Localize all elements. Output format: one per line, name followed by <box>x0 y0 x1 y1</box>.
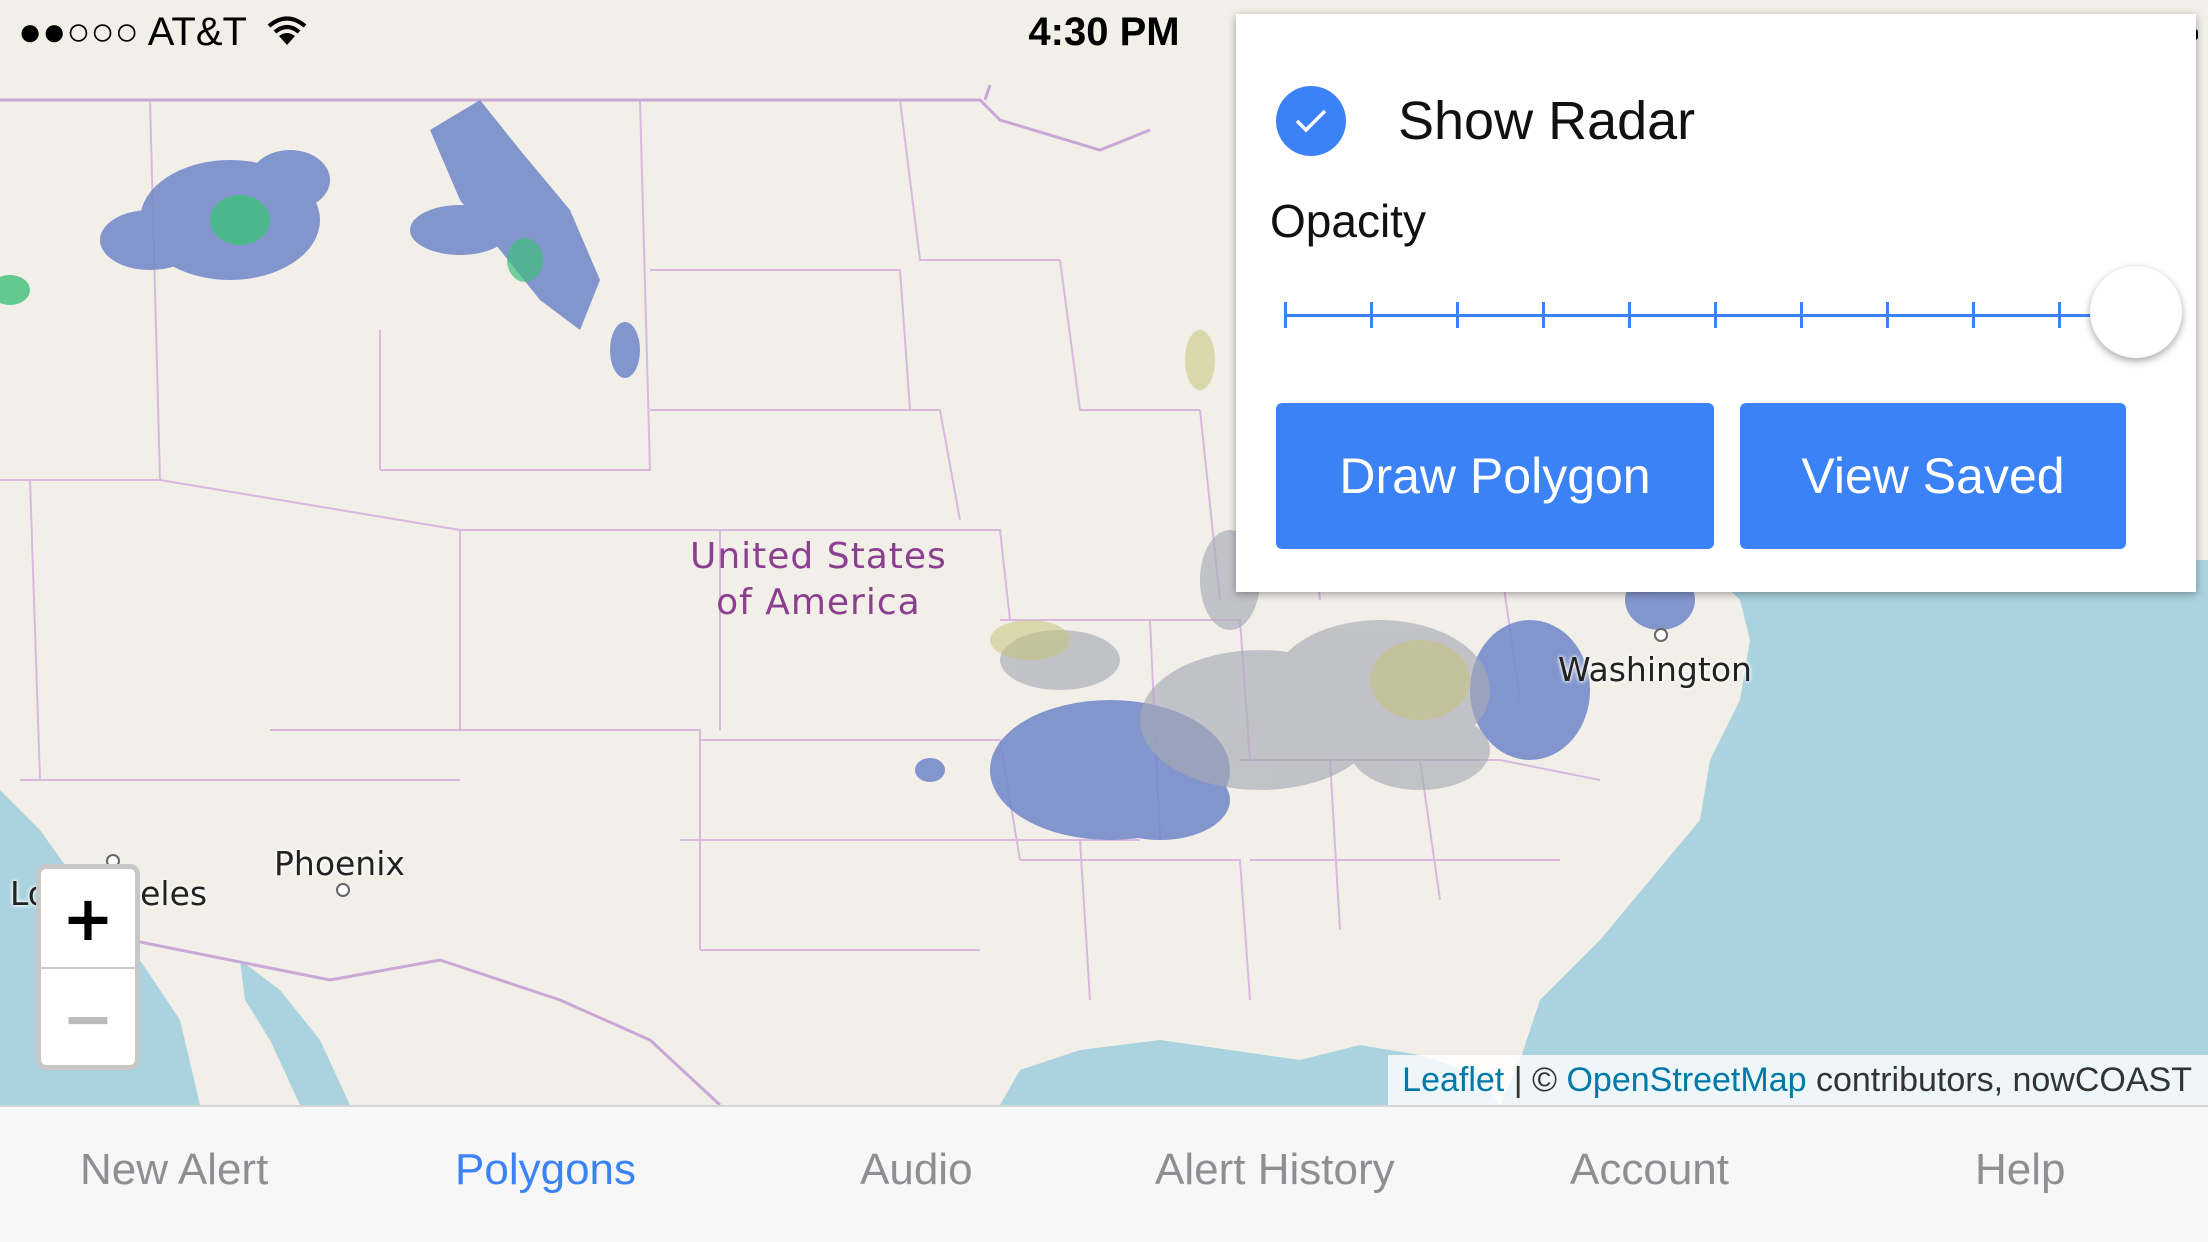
slider-tick <box>1370 302 1373 328</box>
tab-new-alert[interactable]: New Alert <box>80 1145 268 1195</box>
show-radar-checkbox[interactable] <box>1276 86 1346 156</box>
openstreetmap-link[interactable]: OpenStreetMap <box>1566 1061 1806 1099</box>
slider-tick <box>2058 302 2061 328</box>
tab-bar: New Alert Polygons Audio Alert History A… <box>0 1105 2208 1242</box>
attribution-separator: | © <box>1504 1061 1567 1099</box>
slider-tick <box>1456 302 1459 328</box>
slider-tick <box>1800 302 1803 328</box>
checkmark-icon <box>1295 109 1327 133</box>
tab-alert-history[interactable]: Alert History <box>1155 1145 1395 1195</box>
tab-account[interactable]: Account <box>1570 1145 1729 1195</box>
slider-thumb[interactable] <box>2090 266 2182 358</box>
opacity-label: Opacity <box>1270 195 1426 247</box>
slider-tick <box>1886 302 1889 328</box>
slider-tick <box>1628 302 1631 328</box>
city-label-washington: Washington <box>1558 650 1752 689</box>
zoom-out-button[interactable]: − <box>41 967 135 1065</box>
city-marker-phoenix <box>336 883 350 897</box>
leaflet-link[interactable]: Leaflet <box>1402 1061 1504 1099</box>
tab-polygons[interactable]: Polygons <box>455 1145 636 1195</box>
map-attribution: Leaflet | © OpenStreetMap contributors, … <box>1388 1055 2208 1105</box>
city-label-phoenix: Phoenix <box>274 844 405 883</box>
country-label: United States <box>690 536 947 577</box>
zoom-control: + − <box>36 864 140 1070</box>
slider-tick <box>1284 302 1287 328</box>
zoom-in-button[interactable]: + <box>41 869 135 967</box>
opacity-slider[interactable] <box>1284 266 2182 358</box>
tab-audio[interactable]: Audio <box>860 1145 973 1195</box>
view-saved-button[interactable]: View Saved <box>1740 403 2126 549</box>
slider-track <box>1284 314 2134 317</box>
radar-panel: Show Radar Opacity Draw Polygon View Sav… <box>1236 14 2196 592</box>
slider-tick <box>1714 302 1717 328</box>
city-marker-washington <box>1654 628 1668 642</box>
tab-help[interactable]: Help <box>1975 1145 2066 1195</box>
country-label-line2: of America <box>716 582 921 623</box>
draw-polygon-button[interactable]: Draw Polygon <box>1276 403 1714 549</box>
show-radar-label: Show Radar <box>1398 91 1696 151</box>
slider-tick <box>1972 302 1975 328</box>
slider-tick <box>1542 302 1545 328</box>
attribution-contributors: contributors, nowCOAST <box>1806 1061 2192 1099</box>
